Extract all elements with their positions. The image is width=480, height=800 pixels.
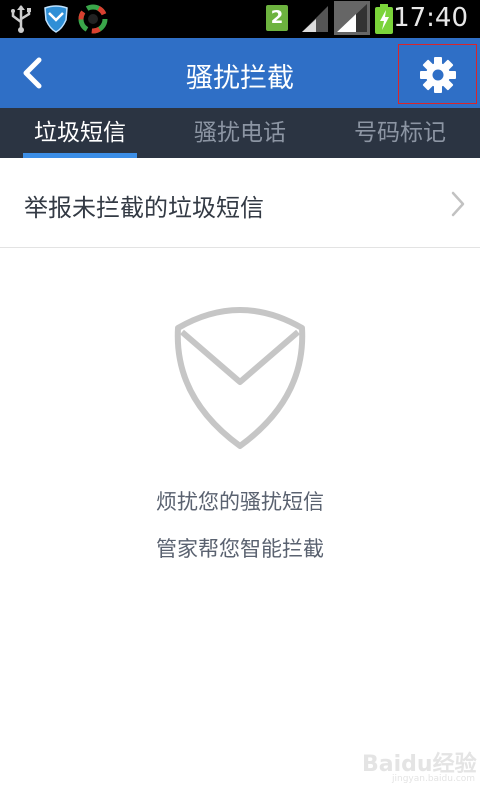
report-row-label: 举报未拦截的垃圾短信 (24, 194, 264, 222)
status-bar: 2 17:40 (0, 0, 480, 38)
usb-icon (8, 4, 34, 38)
tab-harassing-calls[interactable]: 骚扰电话 (160, 108, 320, 158)
envelope-shield-icon (172, 298, 308, 454)
clock: 17:40 (393, 3, 468, 33)
battery-charging-icon (374, 4, 394, 38)
report-unblocked-spam-row[interactable]: 举报未拦截的垃圾短信 (0, 158, 480, 248)
settings-button[interactable] (398, 44, 477, 104)
gear-icon (420, 57, 456, 93)
title-bar: 骚扰拦截 (0, 38, 480, 108)
watermark-url: jingyan.baidu.com (392, 774, 476, 784)
signal-icon (300, 4, 330, 38)
sim-badge: 2 (266, 5, 288, 31)
empty-state-line-2: 管家帮您智能拦截 (156, 537, 324, 561)
chevron-right-icon (450, 190, 466, 222)
sync-app-icon (78, 4, 108, 38)
tab-spam-sms[interactable]: 垃圾短信 (0, 108, 160, 158)
empty-state-line-1: 烦扰您的骚扰短信 (156, 490, 324, 514)
tab-number-tags[interactable]: 号码标记 (320, 108, 480, 158)
shield-app-icon (42, 4, 70, 38)
tab-bar: 垃圾短信 骚扰电话 号码标记 (0, 108, 480, 158)
signal-icon-2 (334, 1, 370, 39)
